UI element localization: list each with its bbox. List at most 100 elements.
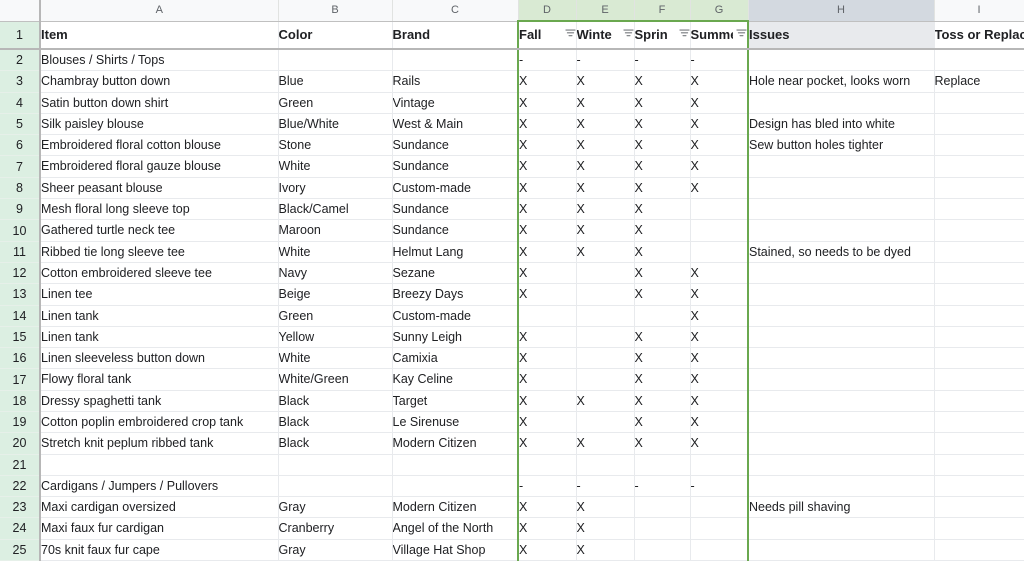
cell-winter[interactable]: X	[576, 432, 635, 455]
cell-summer[interactable]: X	[690, 262, 749, 285]
cell-color[interactable]	[278, 454, 393, 476]
column-header-c[interactable]: C	[392, 0, 519, 22]
cell-spring[interactable]	[634, 305, 691, 327]
table-row[interactable]: 9 Mesh floral long sleeve top Black/Camel S…	[0, 198, 1024, 221]
cell-color[interactable]: Gray	[278, 539, 393, 561]
cell-spring[interactable]: X	[634, 134, 691, 157]
cell-brand[interactable]	[392, 454, 519, 476]
cell-fall[interactable]: X	[517, 517, 577, 540]
table-row[interactable]: 3 Chambray button down Blue Rails X X X X Hole n…	[0, 70, 1024, 93]
cell-issues[interactable]	[748, 390, 935, 413]
cell-winter[interactable]: X	[576, 219, 635, 242]
cell-toss-or-replace[interactable]	[934, 49, 1024, 72]
cell-brand[interactable]: Sezane	[392, 262, 519, 285]
cell-item[interactable]: Embroidered floral gauze blouse	[40, 155, 279, 178]
cell-issues[interactable]	[748, 411, 935, 434]
row-number-8[interactable]: 8	[0, 177, 41, 200]
cell-spring[interactable]	[634, 454, 691, 476]
cell-issues[interactable]	[748, 454, 935, 476]
table-row[interactable]: 15 Linen tank Yellow Sunny Leigh X X X	[0, 326, 1024, 349]
cell-summer[interactable]	[690, 454, 749, 476]
cell-fall[interactable]: X	[517, 326, 577, 349]
cell-fall[interactable]: X	[517, 155, 577, 178]
cell-color[interactable]: Navy	[278, 262, 393, 285]
cell-brand[interactable]: Target	[392, 390, 519, 413]
cell-spring[interactable]: X	[634, 219, 691, 242]
table-row[interactable]: 18 Dressy spaghetti tank Black Target X X X X	[0, 390, 1024, 413]
cell-fall[interactable]: X	[517, 390, 577, 413]
cell-issues[interactable]: Needs pill shaving	[748, 496, 935, 519]
cell-item[interactable]: Linen tank	[40, 326, 279, 349]
cell-toss-or-replace[interactable]: Replace	[934, 70, 1024, 93]
cell-spring[interactable]	[634, 517, 691, 540]
cell-summer[interactable]: X	[690, 134, 749, 157]
cell-brand[interactable]	[392, 49, 519, 72]
header-cell-item[interactable]: Item	[40, 21, 279, 50]
cell-color[interactable]: Black/Camel	[278, 198, 393, 221]
table-row[interactable]: 25 70s knit faux fur cape Gray Village Hat …	[0, 539, 1024, 561]
cell-brand[interactable]: Sundance	[392, 219, 519, 242]
cell-summer[interactable]: -	[690, 49, 749, 72]
cell-winter[interactable]: X	[576, 241, 635, 263]
cell-spring[interactable]: -	[634, 475, 691, 497]
column-header-b[interactable]: B	[278, 0, 393, 22]
cell-winter[interactable]	[576, 326, 635, 349]
cell-issues[interactable]	[748, 92, 935, 114]
cell-issues[interactable]: Design has bled into white	[748, 113, 935, 136]
row-number-25[interactable]: 25	[0, 539, 41, 561]
cell-color[interactable]: Black	[278, 411, 393, 434]
cell-fall[interactable]	[517, 454, 577, 476]
cell-brand[interactable]: Village Hat Shop	[392, 539, 519, 561]
cell-item[interactable]: Dressy spaghetti tank	[40, 390, 279, 413]
header-cell-toss-or-replace[interactable]: Toss or Replace	[934, 21, 1024, 50]
column-header-g[interactable]: G	[690, 0, 749, 22]
filter-funnel-icon[interactable]	[736, 22, 746, 47]
cell-toss-or-replace[interactable]	[934, 262, 1024, 285]
cell-issues[interactable]	[748, 177, 935, 200]
cell-issues[interactable]	[748, 305, 935, 327]
cell-brand[interactable]: Modern Citizen	[392, 496, 519, 519]
cell-summer[interactable]: X	[690, 70, 749, 93]
cell-color[interactable]	[278, 475, 393, 497]
row-number-24[interactable]: 24	[0, 517, 41, 540]
cell-summer[interactable]: X	[690, 305, 749, 327]
table-header-row[interactable]: 1 Item Color Brand Fall Winte Sprin Summ…	[0, 21, 1024, 50]
cell-winter[interactable]: X	[576, 177, 635, 200]
row-number-19[interactable]: 19	[0, 411, 41, 434]
cell-spring[interactable]: X	[634, 368, 691, 391]
cell-color[interactable]: White/Green	[278, 368, 393, 391]
cell-issues[interactable]	[748, 368, 935, 391]
row-number-22[interactable]: 22	[0, 475, 41, 497]
cell-toss-or-replace[interactable]	[934, 368, 1024, 391]
cell-color[interactable]: White	[278, 241, 393, 263]
column-header-i[interactable]: I	[934, 0, 1024, 22]
cell-issues[interactable]	[748, 49, 935, 72]
cell-color[interactable]: Ivory	[278, 177, 393, 200]
row-number-21[interactable]: 21	[0, 454, 41, 476]
table-row[interactable]: 23 Maxi cardigan oversized Gray Modern Citi…	[0, 496, 1024, 519]
cell-spring[interactable]: X	[634, 411, 691, 434]
cell-issues[interactable]	[748, 517, 935, 540]
table-row[interactable]: 10 Gathered turtle neck tee Maroon Sundance…	[0, 219, 1024, 242]
cell-spring[interactable]	[634, 496, 691, 519]
cell-spring[interactable]: X	[634, 262, 691, 285]
row-number-6[interactable]: 6	[0, 134, 41, 157]
cell-color[interactable]	[278, 49, 393, 72]
column-header-f[interactable]: F	[634, 0, 691, 22]
column-header-row[interactable]: A B C D E F G H I	[0, 0, 1024, 22]
table-row[interactable]: 21	[0, 454, 1024, 476]
cell-summer[interactable]	[690, 517, 749, 540]
cell-brand[interactable]: Angel of the North	[392, 517, 519, 540]
row-number-1[interactable]: 1	[0, 21, 41, 50]
cell-fall[interactable]: X	[517, 411, 577, 434]
column-header-h[interactable]: H	[748, 0, 935, 22]
table-row[interactable]: 7 Embroidered floral gauze blouse White Sun…	[0, 155, 1024, 178]
cell-winter[interactable]: -	[576, 475, 635, 497]
cell-toss-or-replace[interactable]	[934, 454, 1024, 476]
table-row[interactable]: 5 Silk paisley blouse Blue/White West & Mai…	[0, 113, 1024, 136]
row-number-2[interactable]: 2	[0, 49, 41, 72]
row-number-14[interactable]: 14	[0, 305, 41, 327]
cell-item[interactable]: Embroidered floral cotton blouse	[40, 134, 279, 157]
cell-winter[interactable]: X	[576, 496, 635, 519]
cell-fall[interactable]: X	[517, 219, 577, 242]
